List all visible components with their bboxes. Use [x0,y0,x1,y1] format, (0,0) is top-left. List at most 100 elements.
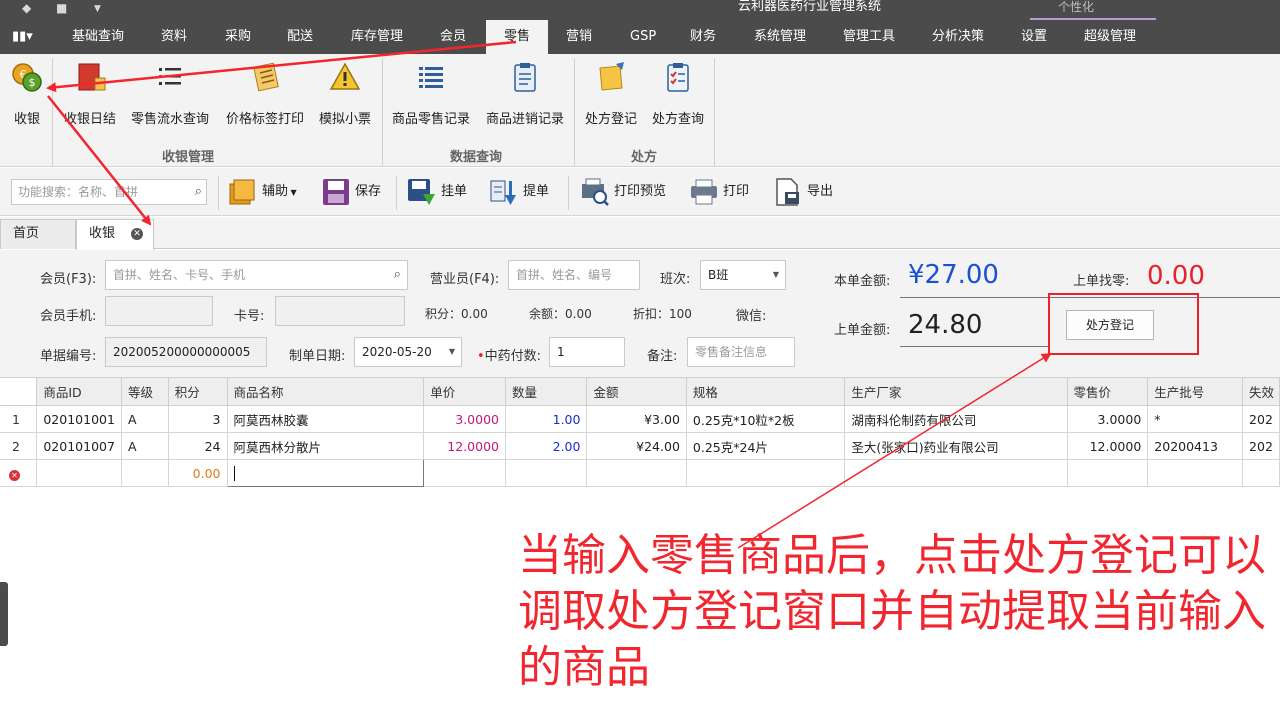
cell-expiry[interactable]: 202 [1242,432,1280,460]
search-icon[interactable]: ⌕ [195,180,202,204]
cell-grade[interactable] [120,459,169,487]
cell-product-id[interactable]: 020101001 [36,405,122,433]
menu-inventory[interactable]: 库存管理 [351,20,403,54]
cell-points[interactable]: 0.00 [167,459,228,487]
print-button[interactable]: 打印 [689,177,749,207]
column-header[interactable]: 失效 [1242,377,1280,406]
print-preview-button[interactable]: 打印预览 [580,177,666,207]
cell-batch-no[interactable]: * [1147,405,1244,433]
cell-manufacturer[interactable]: 圣大(张家口)药业有限公司 [844,432,1068,460]
cell-batch-no[interactable] [1147,459,1244,487]
retail-flow-query-button[interactable]: 零售流水查询 [131,60,209,127]
cell-manufacturer[interactable] [844,459,1068,487]
cell-product-name-editor[interactable] [226,459,425,487]
assist-button[interactable]: 辅助 ▼ [228,177,297,207]
cell-spec[interactable]: 0.25克*10粒*2板 [685,405,846,433]
cell-unit-price[interactable]: 3.0000 [423,405,506,433]
table-row[interactable]: 2 020101007 A 24 阿莫西林分散片 12.0000 2.00 ¥2… [0,432,1280,460]
cell-points[interactable]: 3 [167,405,228,433]
cell-batch-no[interactable]: 20200413 [1147,432,1244,460]
date-picker[interactable]: 2020-05-20 ▼ [354,337,462,367]
table-row[interactable]: 1 020101001 A 3 阿莫西林胶囊 3.0000 1.00 ¥3.00… [0,405,1280,433]
side-panel-grip[interactable] [0,582,8,646]
prescription-query-button[interactable]: 处方查询 [652,60,704,127]
menu-finance[interactable]: 财务 [690,20,716,54]
cell-amount[interactable]: ¥3.00 [586,405,687,433]
cell-expiry[interactable] [1242,459,1280,487]
cell-grade[interactable]: A [120,405,169,433]
menu-gsp[interactable]: GSP [630,20,656,54]
hold-order-button[interactable]: 挂单 [407,177,467,207]
tab-cashier[interactable]: 收银 ✕ [76,219,154,250]
cell-manufacturer[interactable]: 湖南科伦制药有限公司 [844,405,1068,433]
cell-product-id[interactable]: 020101007 [36,432,122,460]
menu-super-admin[interactable]: 超级管理 [1084,20,1136,54]
cell-unit-price[interactable] [423,459,506,487]
search-icon[interactable]: ⌕ [394,261,401,289]
save-button[interactable]: 保存 [321,177,381,207]
new-table-row[interactable]: ✕ 0.00 [0,459,1280,487]
tab-home[interactable]: 首页 [0,219,76,249]
cell-retail-price[interactable] [1066,459,1149,487]
menu-member[interactable]: 会员 [440,20,466,54]
cell-spec[interactable]: 0.25克*24片 [685,432,846,460]
cell-expiry[interactable]: 202 [1242,405,1280,433]
cell-points[interactable]: 24 [167,432,228,460]
cell-amount[interactable]: ¥24.00 [586,432,687,460]
personalize-tab[interactable]: 个性化 [1058,0,1094,14]
menu-purchase[interactable]: 采购 [225,20,251,54]
column-header[interactable]: 零售价 [1066,377,1149,406]
menu-tools[interactable]: 管理工具 [843,20,895,54]
price-tag-print-button[interactable]: 价格标签打印 [226,60,304,127]
column-header[interactable]: 生产厂家 [844,377,1068,406]
column-header[interactable]: 等级 [120,377,169,406]
quick-access-book-icon[interactable]: ■ [56,1,67,15]
shift-select[interactable]: B班 ▼ [700,260,786,290]
daily-settlement-button[interactable]: 收银日结 [64,60,116,127]
clerk-input[interactable]: 首拼、姓名、编号 [508,260,640,290]
cell-quantity[interactable] [504,459,588,487]
simulate-receipt-button[interactable]: 模拟小票 [319,60,371,127]
menu-retail[interactable]: 零售 [486,20,548,54]
cell-product-id[interactable] [36,459,122,487]
cell-product-name[interactable]: 阿莫西林分散片 [226,432,425,460]
product-purchase-sale-record-button[interactable]: 商品进销记录 [486,60,564,127]
menu-analysis[interactable]: 分析决策 [932,20,984,54]
menu-marketing[interactable]: 营销 [566,20,592,54]
cell-quantity[interactable]: 2.00 [504,432,588,460]
cell-retail-price[interactable]: 12.0000 [1066,432,1149,460]
remark-input[interactable]: 零售备注信息 [687,337,795,367]
function-search-input[interactable]: 功能搜索：名称、首拼 ⌕ [11,179,207,205]
quick-access-dropdown-icon[interactable]: ▼ [94,4,101,14]
cell-grade[interactable]: A [120,432,169,460]
retrieve-order-button[interactable]: 提单 [489,177,549,207]
product-retail-record-button[interactable]: 商品零售记录 [392,60,470,127]
tcm-doses-input[interactable]: 1 [549,337,625,367]
column-header[interactable]: 积分 [167,377,228,406]
cell-product-name[interactable]: 阿莫西林胶囊 [226,405,425,433]
cell-unit-price[interactable]: 12.0000 [423,432,506,460]
cell-quantity[interactable]: 1.00 [504,405,588,433]
column-header[interactable]: 金额 [586,377,687,406]
column-header[interactable]: 数量 [504,377,588,406]
menu-basic-query[interactable]: 基础查询 [72,20,124,54]
app-menu-icon[interactable]: ▮▮▾ [12,29,33,44]
quick-access-icon[interactable]: ◆ [22,1,31,15]
column-header[interactable]: 商品名称 [226,377,425,406]
close-icon[interactable]: ✕ [131,228,143,240]
menu-distribution[interactable]: 配送 [287,20,313,54]
cashier-button[interactable]: € $ 收银 [10,60,44,127]
cell-amount[interactable] [586,459,687,487]
column-header[interactable]: 规格 [685,377,846,406]
column-header[interactable]: 生产批号 [1147,377,1244,406]
menu-data[interactable]: 资料 [161,20,187,54]
menu-settings[interactable]: 设置 [1021,20,1047,54]
column-header[interactable]: 单价 [423,377,506,406]
cell-spec[interactable] [685,459,846,487]
prescription-register-ribbon-button[interactable]: 处方登记 [585,60,637,127]
menu-system[interactable]: 系统管理 [754,20,806,54]
member-search-input[interactable]: 首拼、姓名、卡号、手机 ⌕ [105,260,408,290]
cell-retail-price[interactable]: 3.0000 [1066,405,1149,433]
delete-row-icon[interactable]: ✕ [9,469,20,481]
export-button[interactable]: 导出 [773,177,833,207]
